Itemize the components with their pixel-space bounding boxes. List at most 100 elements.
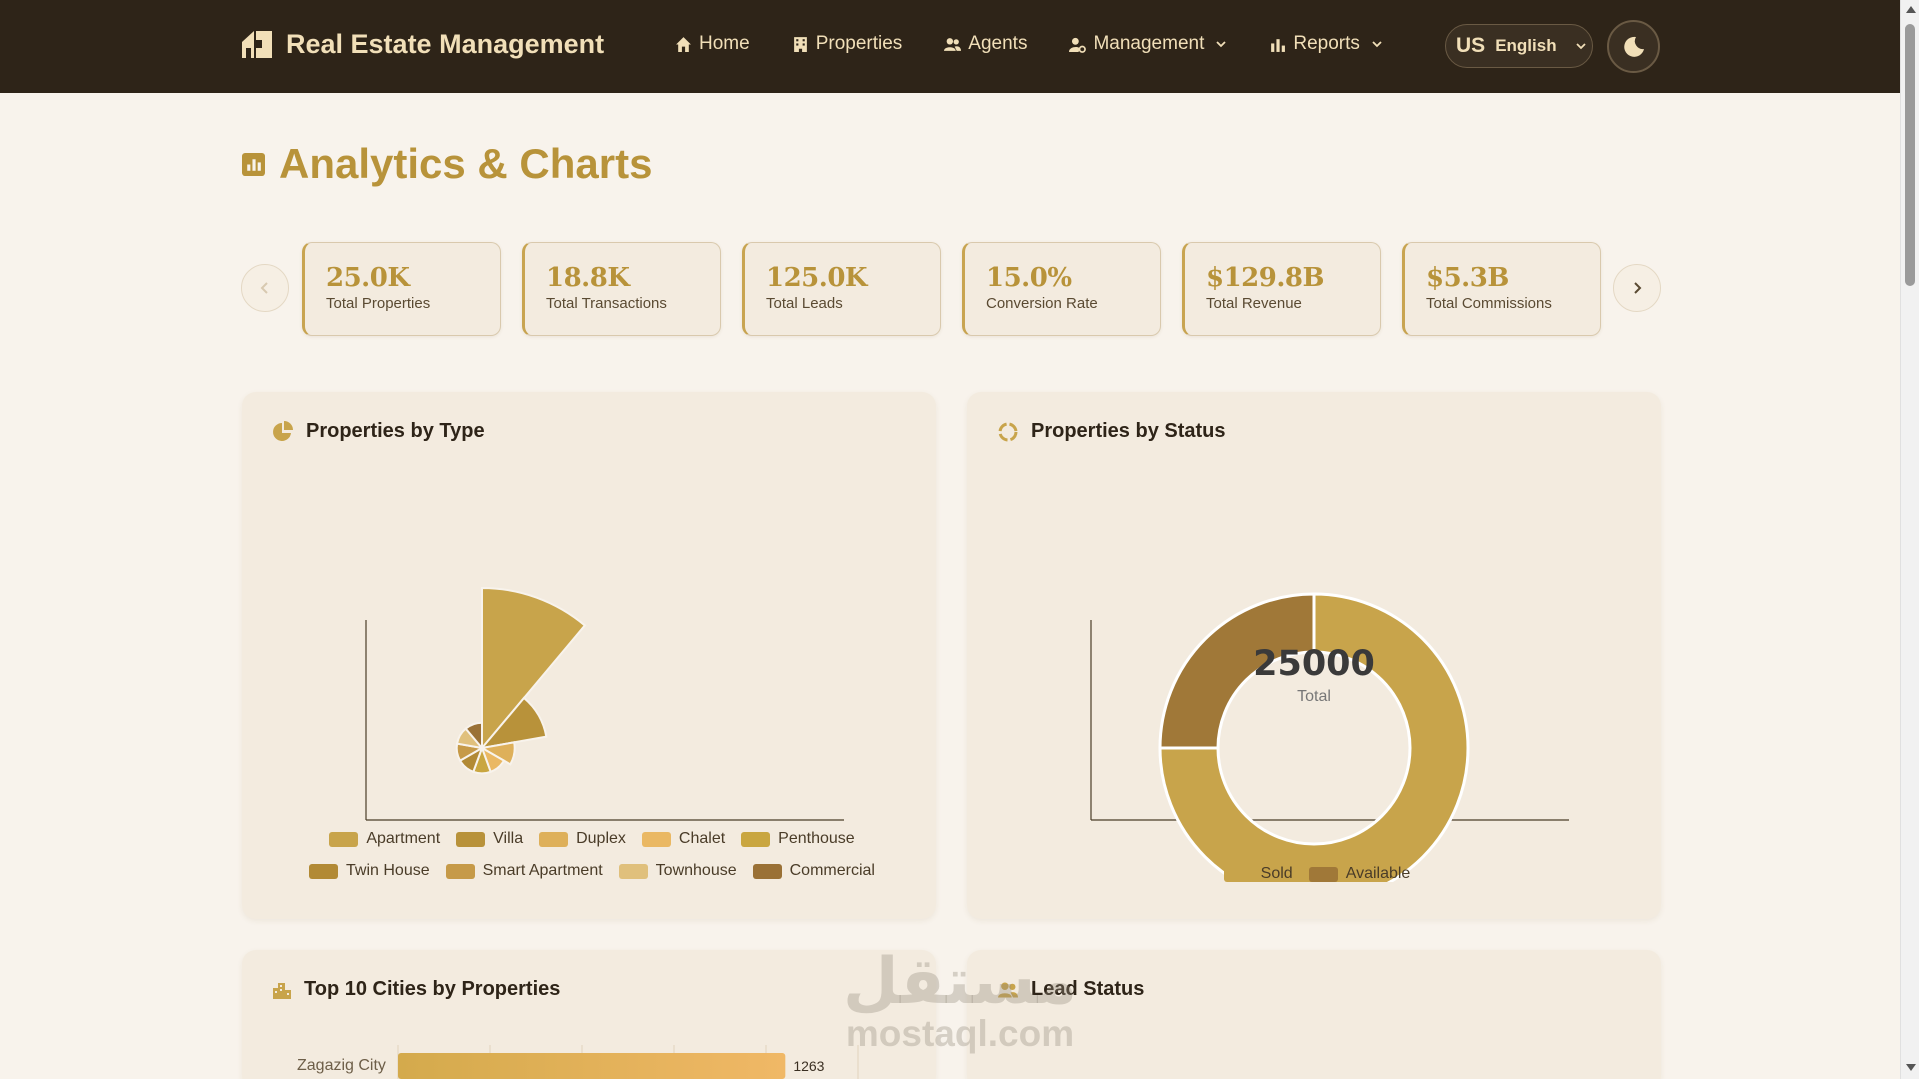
- kpi-label: Total Revenue: [1206, 295, 1302, 312]
- scroll-thumb[interactable]: [1905, 24, 1915, 286]
- legend-item[interactable]: Penthouse: [741, 830, 855, 848]
- legend-label: Commercial: [789, 862, 875, 879]
- kpi-value: 125.0K: [766, 263, 868, 293]
- flag-icon: US: [1456, 34, 1486, 57]
- kpi-value: $5.3B: [1426, 263, 1509, 293]
- home-icon: [676, 36, 691, 52]
- card-top-cities: Top 10 Cities by Properties Zagazig City…: [242, 950, 936, 1079]
- bar-category-label: Zagazig City: [297, 1057, 386, 1074]
- house-logo-icon: [242, 31, 272, 58]
- kpi-value: 25.0K: [326, 263, 410, 293]
- kpi-prev-button[interactable]: [241, 264, 289, 312]
- legend-label: Apartment: [366, 830, 441, 847]
- legend-swatch: [1223, 866, 1253, 882]
- card-header: Properties by Status: [997, 420, 1226, 443]
- chart-legend: Apartment Villa Duplex Chalet Penthouse Twin …: [282, 830, 902, 894]
- legend-label: Available: [1345, 865, 1411, 882]
- nav-properties[interactable]: Properties: [792, 33, 903, 55]
- kpi-value: $129.8B: [1206, 263, 1324, 293]
- legend-item[interactable]: Commercial: [752, 862, 875, 880]
- legend-label: Smart Apartment: [482, 862, 603, 879]
- brand-title: Real Estate Management: [286, 28, 605, 59]
- language-selector[interactable]: US English: [1445, 24, 1593, 68]
- kpi-label: Total Transactions: [546, 295, 667, 312]
- kpi-card-conversion-rate: 15.0% Conversion Rate: [962, 242, 1161, 336]
- card-title: Properties by Status: [1031, 420, 1226, 442]
- watermark-arabic: مستقل: [842, 945, 1078, 1019]
- main-nav: Home Properties Agents Management Report…: [675, 33, 1425, 55]
- legend-swatch: [641, 831, 671, 847]
- nav-management[interactable]: Management: [1069, 33, 1227, 55]
- legend-item[interactable]: Smart Apartment: [445, 862, 603, 880]
- donut-center-value: 25000: [1253, 644, 1375, 684]
- nav-reports-label: Reports: [1293, 33, 1360, 54]
- moon-icon: [1623, 36, 1644, 57]
- card-title: Properties by Type: [306, 420, 485, 442]
- chart-legend: Sold Available: [1007, 865, 1627, 897]
- kpi-card-total-leads: 125.0K Total Leads: [742, 242, 941, 336]
- legend-item[interactable]: Apartment: [329, 830, 440, 848]
- legend-item[interactable]: Villa: [456, 830, 523, 848]
- nav-agents[interactable]: Agents: [944, 33, 1027, 55]
- users-icon: [944, 37, 962, 51]
- card-header: Properties by Type: [272, 420, 485, 443]
- user-gear-icon: [1069, 37, 1087, 53]
- nav-reports[interactable]: Reports: [1269, 33, 1383, 55]
- watermark-latin: mostaql.com: [845, 1013, 1075, 1054]
- kpi-label: Total Properties: [326, 295, 431, 312]
- chevron-down-icon: [1372, 41, 1382, 48]
- legend-label: Penthouse: [778, 830, 855, 847]
- kpi-next-button[interactable]: [1613, 264, 1661, 312]
- legend-item[interactable]: Sold: [1223, 865, 1293, 883]
- legend-label: Townhouse: [655, 862, 737, 879]
- city-bar[interactable]: [398, 1053, 786, 1079]
- legend-item[interactable]: Chalet: [641, 830, 725, 848]
- donut-chart-icon: [998, 422, 1018, 441]
- chart-square-icon: [242, 152, 265, 176]
- chevron-left-icon: [260, 282, 268, 294]
- legend-label: Sold: [1260, 865, 1293, 882]
- properties-by-type-chart: [365, 586, 844, 821]
- page-title: Analytics & Charts: [242, 140, 652, 188]
- watermark: مستقل mostaql.com: [840, 950, 1080, 1054]
- legend-swatch: [1308, 866, 1338, 882]
- card-title: Top 10 Cities by Properties: [304, 978, 561, 1000]
- vertical-scrollbar[interactable]: [1900, 0, 1919, 1079]
- donut-center-label: Total: [1297, 688, 1331, 705]
- bar-value-label: 1263: [793, 1058, 825, 1074]
- legend-swatch: [456, 831, 486, 847]
- page-title-text: Analytics & Charts: [279, 140, 653, 187]
- kpi-card-total-revenue: $129.8B Total Revenue: [1182, 242, 1381, 336]
- nav-management-label: Management: [1093, 33, 1205, 54]
- legend-swatch: [539, 831, 569, 847]
- city-icon: [273, 982, 291, 999]
- scroll-down-arrow[interactable]: [1906, 1064, 1916, 1071]
- kpi-value: 15.0%: [986, 263, 1072, 293]
- legend-label: Villa: [493, 830, 524, 847]
- kpi-label: Conversion Rate: [986, 295, 1098, 312]
- card-header: Top 10 Cities by Properties: [272, 978, 560, 1001]
- legend-swatch: [329, 831, 359, 847]
- brand[interactable]: Real Estate Management: [240, 28, 604, 60]
- scroll-up-arrow[interactable]: [1906, 6, 1916, 13]
- nav-home-label: Home: [699, 33, 750, 54]
- nav-home[interactable]: Home: [675, 33, 750, 55]
- legend-label: Duplex: [576, 830, 626, 847]
- legend-item[interactable]: Available: [1308, 865, 1411, 883]
- legend-swatch: [445, 863, 475, 879]
- pie-chart-icon: [273, 420, 293, 441]
- nav-properties-label: Properties: [815, 33, 903, 54]
- legend-item[interactable]: Twin House: [309, 862, 430, 880]
- chevron-down-icon: [1575, 43, 1586, 50]
- legend-label: Twin House: [346, 862, 430, 879]
- theme-toggle-button[interactable]: [1607, 20, 1660, 73]
- legend-item[interactable]: Townhouse: [618, 862, 737, 880]
- legend-swatch: [752, 863, 782, 879]
- kpi-value: 18.8K: [546, 263, 630, 293]
- language-label: English: [1495, 36, 1557, 55]
- card-properties-by-status: Properties by Status 25000 Total Sold Ava…: [967, 392, 1661, 919]
- legend-swatch: [309, 863, 339, 879]
- bar-chart-icon: [1271, 38, 1286, 52]
- kpi-card-total-commissions: $5.3B Total Commissions: [1402, 242, 1601, 336]
- legend-item[interactable]: Duplex: [539, 830, 626, 848]
